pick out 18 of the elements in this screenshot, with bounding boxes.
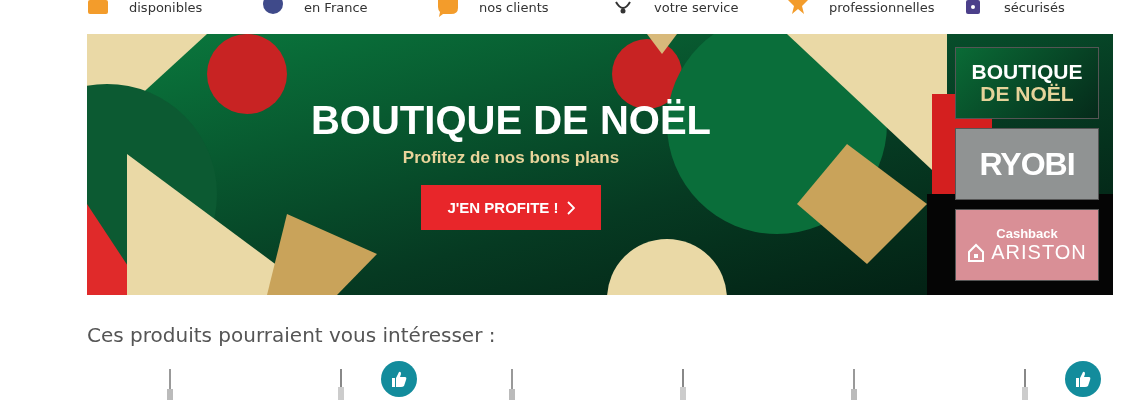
section-title: Ces produits pourraient vous intéresser :: [87, 323, 497, 347]
feature-text: professionnelles: [829, 0, 935, 15]
shop-now-button[interactable]: J'EN PROFITE !: [421, 185, 601, 230]
house-icon: [967, 242, 986, 263]
banner-subtitle: Profitez de nos bons plans: [402, 148, 620, 168]
chat-icon: [437, 0, 459, 17]
ryobi-tile[interactable]: RYOBI: [955, 128, 1099, 200]
feature-text: sécurisés: [1004, 0, 1065, 15]
box-icon: [87, 0, 109, 17]
feature-text: votre service: [654, 0, 739, 15]
feature-text: en France: [304, 0, 368, 15]
banner-title: BOUTIQUE DE NOËL: [311, 98, 711, 142]
chevron-right-icon: [566, 200, 575, 215]
ariston-tile[interactable]: Cashback ARISTON: [955, 209, 1099, 281]
feature-text: disponibles: [129, 0, 203, 15]
boutique-noel-tile[interactable]: BOUTIQUE DE NOËL: [955, 47, 1099, 119]
star-icon: [787, 0, 809, 17]
feature-text: nos clients: [479, 0, 549, 15]
